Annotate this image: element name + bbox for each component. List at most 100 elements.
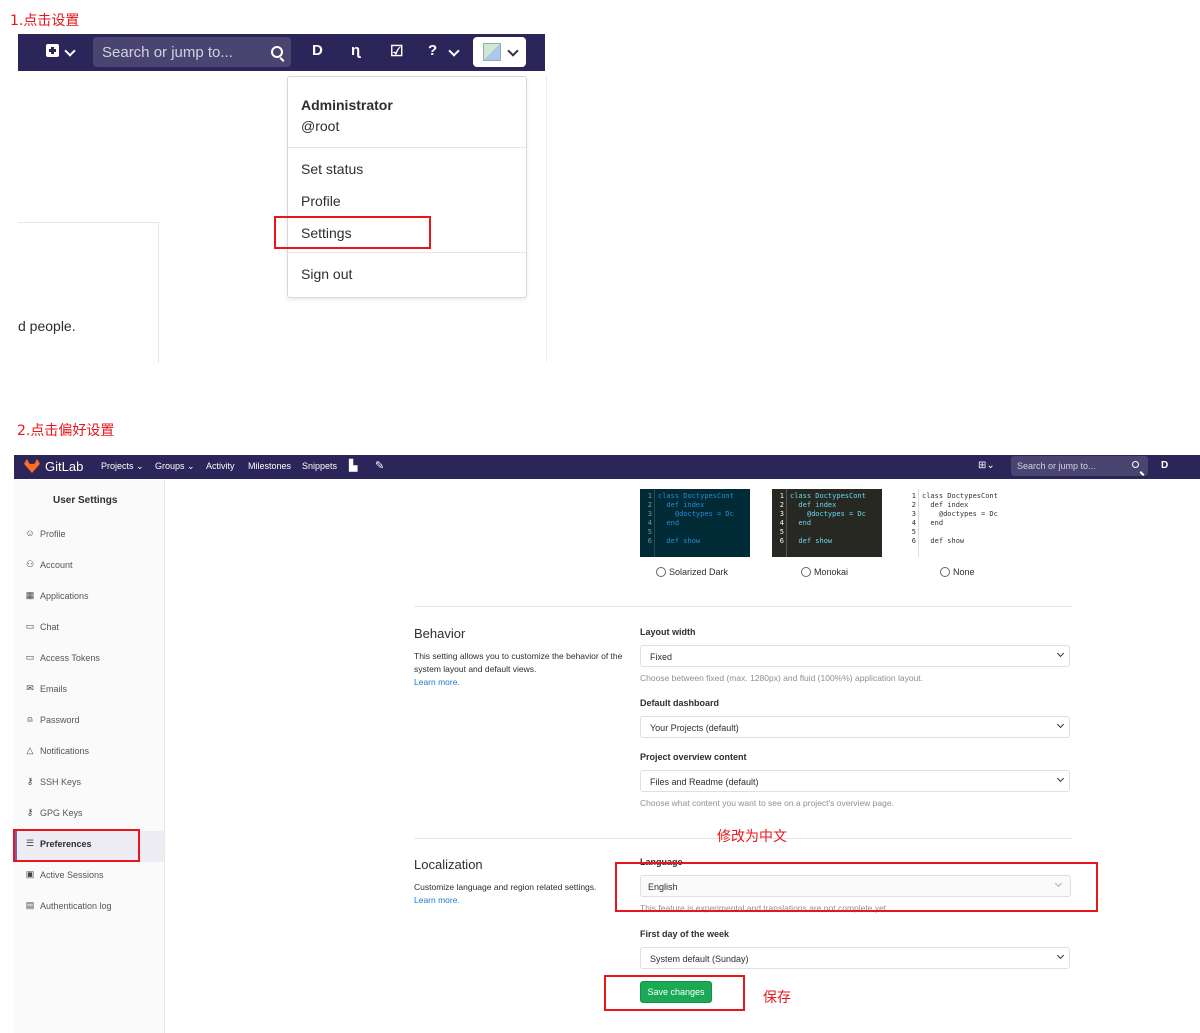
step2-title: 2.点击偏好设置 [17,423,115,439]
chevron-down-icon[interactable] [64,45,76,57]
first-day-select[interactable]: System default (Sunday) [640,947,1070,969]
sidebar-item-active-sessions[interactable]: ▣ Active Sessions [14,862,164,893]
annotation-save: 保存 [763,990,791,1006]
field-label: Project overview content [640,752,747,762]
chevron-down-icon [1056,649,1065,658]
line-numbers: 1 2 3 4 5 6 [779,492,784,545]
theme-preview-monokai[interactable]: 1 2 3 4 5 6 class DoctypesCont def index… [772,489,882,557]
help-text: Choose between fixed (max. 1280px) and f… [640,673,924,683]
learn-more-link[interactable]: Learn more. [414,677,460,687]
sidebar-heading: User Settings [53,495,118,506]
nav-groups[interactable]: Groups ⌄ [155,461,195,472]
sidebar-item-label: Emails [40,684,68,694]
sidebar-item-authentication-log[interactable]: ▤ Authentication log [14,893,164,924]
section-title-behavior: Behavior [414,626,466,641]
sidebar-item-label: GPG Keys [40,808,83,818]
menu-item-sign-out[interactable]: Sign out [301,266,352,282]
sidebar-item-emails[interactable]: ✉ Emails [14,676,164,707]
theme-preview-none[interactable]: 1 2 3 4 5 6 class DoctypesCont def index… [904,489,1014,557]
search-icon [1132,461,1139,468]
nav-milestones[interactable]: Milestones [248,461,291,471]
applications-icon: ▦ [25,590,35,600]
divider [654,489,655,557]
brand-name[interactable]: GitLab [45,459,83,474]
highlight-preferences [13,829,140,862]
radio-label: Solarized Dark [669,567,729,577]
field-label: Layout width [640,627,696,637]
line-numbers: 1 2 3 4 5 6 [911,492,916,545]
section-description: This setting allows you to customize the… [414,650,624,689]
bell-icon: △ [26,745,34,755]
project-overview-select[interactable]: Files and Readme (default) [640,770,1070,792]
background-text: d people. [18,318,76,334]
learn-more-link[interactable]: Learn more. [414,895,460,905]
sidebar-item-ssh-keys[interactable]: ⚷ SSH Keys [14,769,164,800]
sidebar-item-label: Profile [40,529,66,539]
chart-icon[interactable]: ▙ [349,459,357,472]
plus-square-icon[interactable]: ⊞⌄ [978,460,995,471]
issues-icon[interactable]: D [312,42,323,59]
sidebar-item-label: Notifications [40,746,90,756]
highlight-settings [274,216,431,249]
divider [918,489,919,557]
divider [786,489,787,557]
sidebar-item-password[interactable]: ⍝ Password [14,707,164,738]
code-sample: class DoctypesCont def index @doctypes =… [790,492,866,545]
chevron-down-icon [1056,951,1065,960]
sidebar-item-account[interactable]: ⚇ Account [14,552,164,583]
todo-icon[interactable]: ☑ [390,42,403,60]
gitlab-logo-icon[interactable] [24,459,40,473]
sidebar-item-notifications[interactable]: △ Notifications [14,738,164,769]
annotation-language: 修改为中文 [717,829,787,845]
sidebar-item-chat[interactable]: ▭ Chat [14,614,164,645]
monitor-icon: ▣ [25,869,35,879]
user-menu-button[interactable] [473,37,526,67]
nav-snippets[interactable]: Snippets [302,461,337,471]
search-icon [271,46,283,58]
merge-request-icon[interactable]: ɳ [351,42,360,59]
key-icon: ⚷ [26,807,34,817]
step1-title: 1.点击设置 [10,13,80,29]
menu-item-set-status[interactable]: Set status [301,161,363,177]
search-placeholder: Search or jump to... [102,44,233,61]
account-icon: ⚇ [25,559,35,569]
nav-activity[interactable]: Activity [206,461,235,471]
wrench-icon[interactable]: ✎ [375,459,384,472]
section-title-localization: Localization [414,857,483,872]
menu-item-profile[interactable]: Profile [301,193,341,209]
search-input[interactable]: Search or jump to... [93,37,291,67]
chevron-down-icon[interactable] [448,45,460,57]
sidebar-item-gpg-keys[interactable]: ⚷ GPG Keys [14,800,164,831]
localization-description: Customize language and region related se… [414,882,597,892]
default-dashboard-select[interactable]: Your Projects (default) [640,716,1070,738]
select-value: System default (Sunday) [650,954,749,964]
section-description: Customize language and region related se… [414,881,629,907]
email-icon: ✉ [26,683,34,693]
divider [546,75,547,362]
profile-icon: ☺ [25,528,35,538]
select-value: Your Projects (default) [650,723,739,733]
highlight-save [604,975,745,1011]
layout-width-select[interactable]: Fixed [640,645,1070,667]
search-input[interactable]: Search or jump to... [1011,456,1148,476]
key-icon: ⚷ [26,776,34,786]
nav-projects[interactable]: Projects ⌄ [101,461,144,472]
theme-preview-solarized-dark[interactable]: 1 2 3 4 5 6 class DoctypesCont def index… [640,489,750,557]
plus-square-icon[interactable] [46,44,59,57]
divider [288,252,526,253]
radio-none[interactable] [940,567,950,577]
sidebar-item-label: Active Sessions [40,870,104,880]
sidebar-item-applications[interactable]: ▦ Applications [14,583,164,614]
log-icon: ▤ [25,900,35,910]
code-sample: class DoctypesCont def index @doctypes =… [922,492,998,545]
sidebar-item-label: Chat [40,622,60,632]
sidebar-item-access-tokens[interactable]: ▭ Access Tokens [14,645,164,676]
radio-solarized-dark[interactable] [656,567,666,577]
issues-icon[interactable]: D [1161,460,1168,471]
help-icon[interactable]: ? [428,42,437,59]
radio-monokai[interactable] [801,567,811,577]
sidebar-item-profile[interactable]: ☺ Profile [14,521,164,552]
user-name: Administrator [301,97,393,113]
select-value: Files and Readme (default) [650,777,759,787]
content-card [18,222,159,363]
